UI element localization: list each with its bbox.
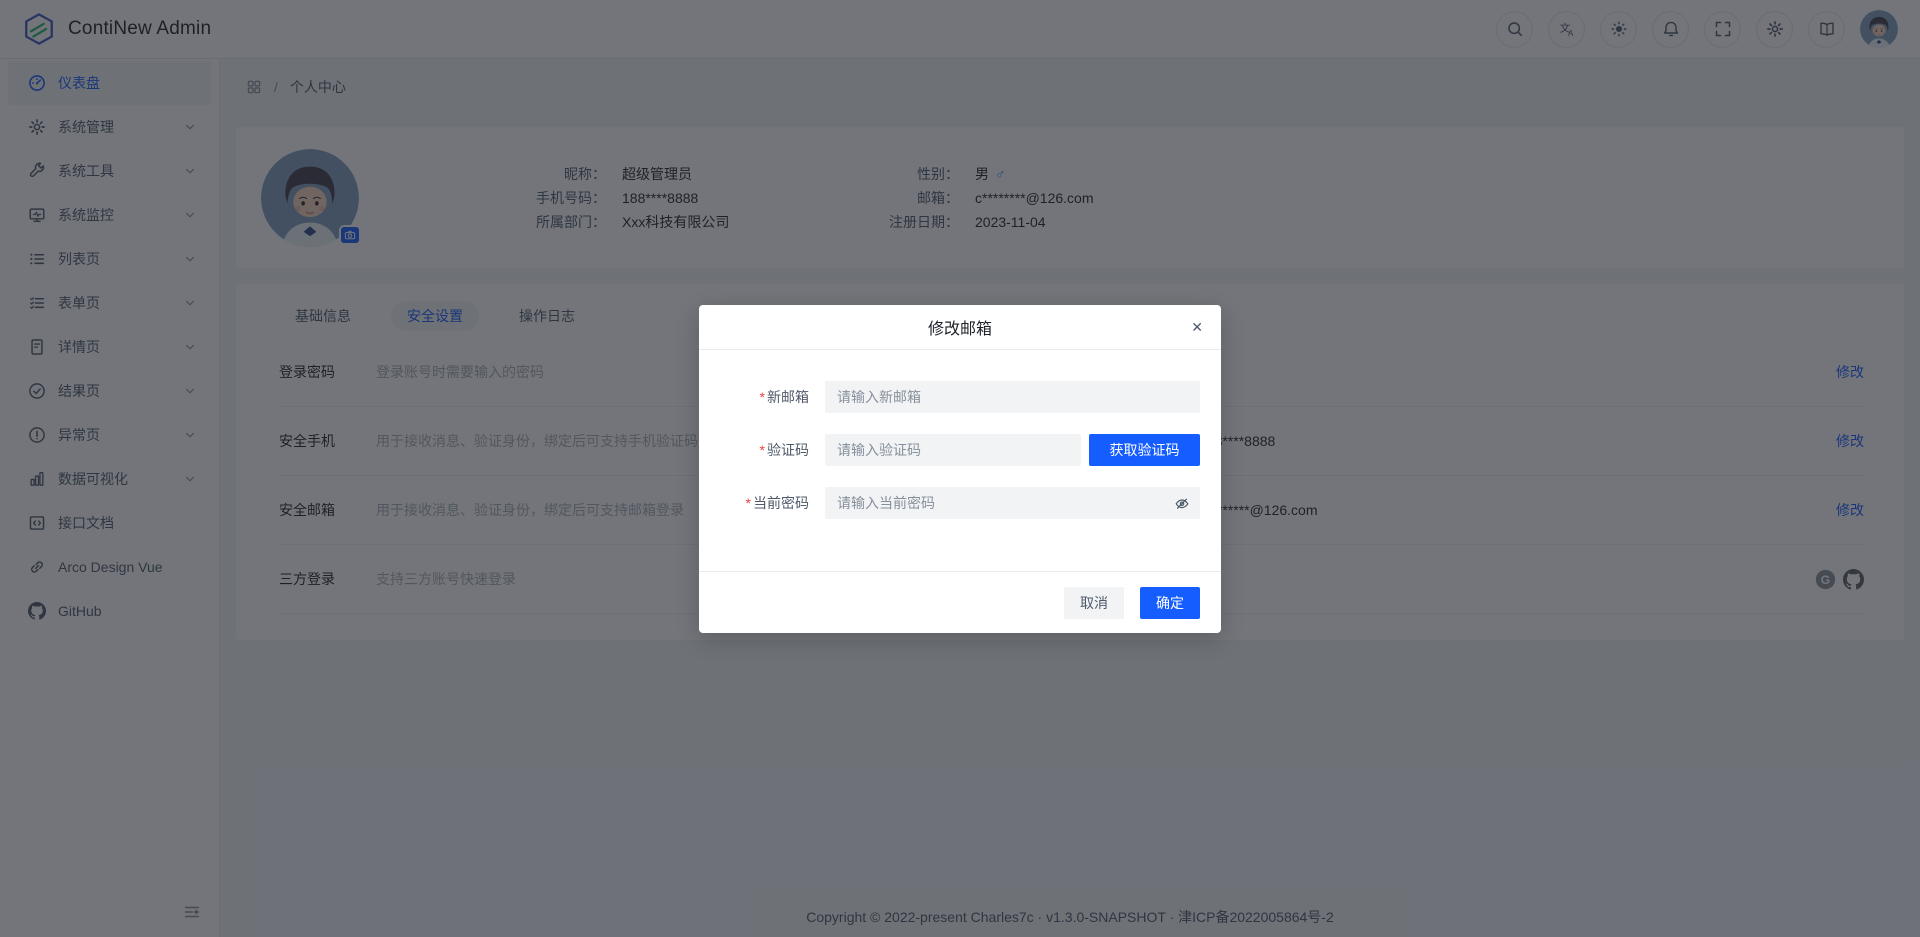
change-email-modal: 修改邮箱 ✕ *新邮箱 *验证码 获取验证码 *当前密码 取消 [699, 305, 1221, 633]
field-verification-code: *验证码 获取验证码 [719, 434, 1200, 466]
new-email-input[interactable] [825, 381, 1200, 413]
required-asterisk: * [746, 495, 751, 511]
verification-code-label: *验证码 [719, 440, 809, 460]
modal-body: *新邮箱 *验证码 获取验证码 *当前密码 [699, 350, 1221, 519]
field-new-email: *新邮箱 [719, 381, 1200, 413]
verification-code-input[interactable] [825, 434, 1081, 466]
cancel-button[interactable]: 取消 [1064, 587, 1124, 619]
required-asterisk: * [760, 389, 765, 405]
current-password-input[interactable] [825, 487, 1174, 519]
current-password-input-wrap [825, 487, 1200, 519]
close-icon[interactable]: ✕ [1191, 305, 1203, 350]
eye-invisible-icon[interactable] [1174, 495, 1190, 511]
app-root: ContiNew Admin 仪表盘 系统管理 系统工具 [0, 0, 1920, 937]
modal-footer: 取消 确定 [699, 571, 1221, 633]
modal-header: 修改邮箱 ✕ [699, 305, 1221, 350]
modal-title: 修改邮箱 [928, 315, 992, 339]
new-email-label: *新邮箱 [719, 387, 809, 407]
current-password-label: *当前密码 [719, 493, 809, 513]
confirm-button[interactable]: 确定 [1140, 587, 1200, 619]
get-verification-code-button[interactable]: 获取验证码 [1089, 434, 1200, 466]
field-current-password: *当前密码 [719, 487, 1200, 519]
required-asterisk: * [760, 442, 765, 458]
